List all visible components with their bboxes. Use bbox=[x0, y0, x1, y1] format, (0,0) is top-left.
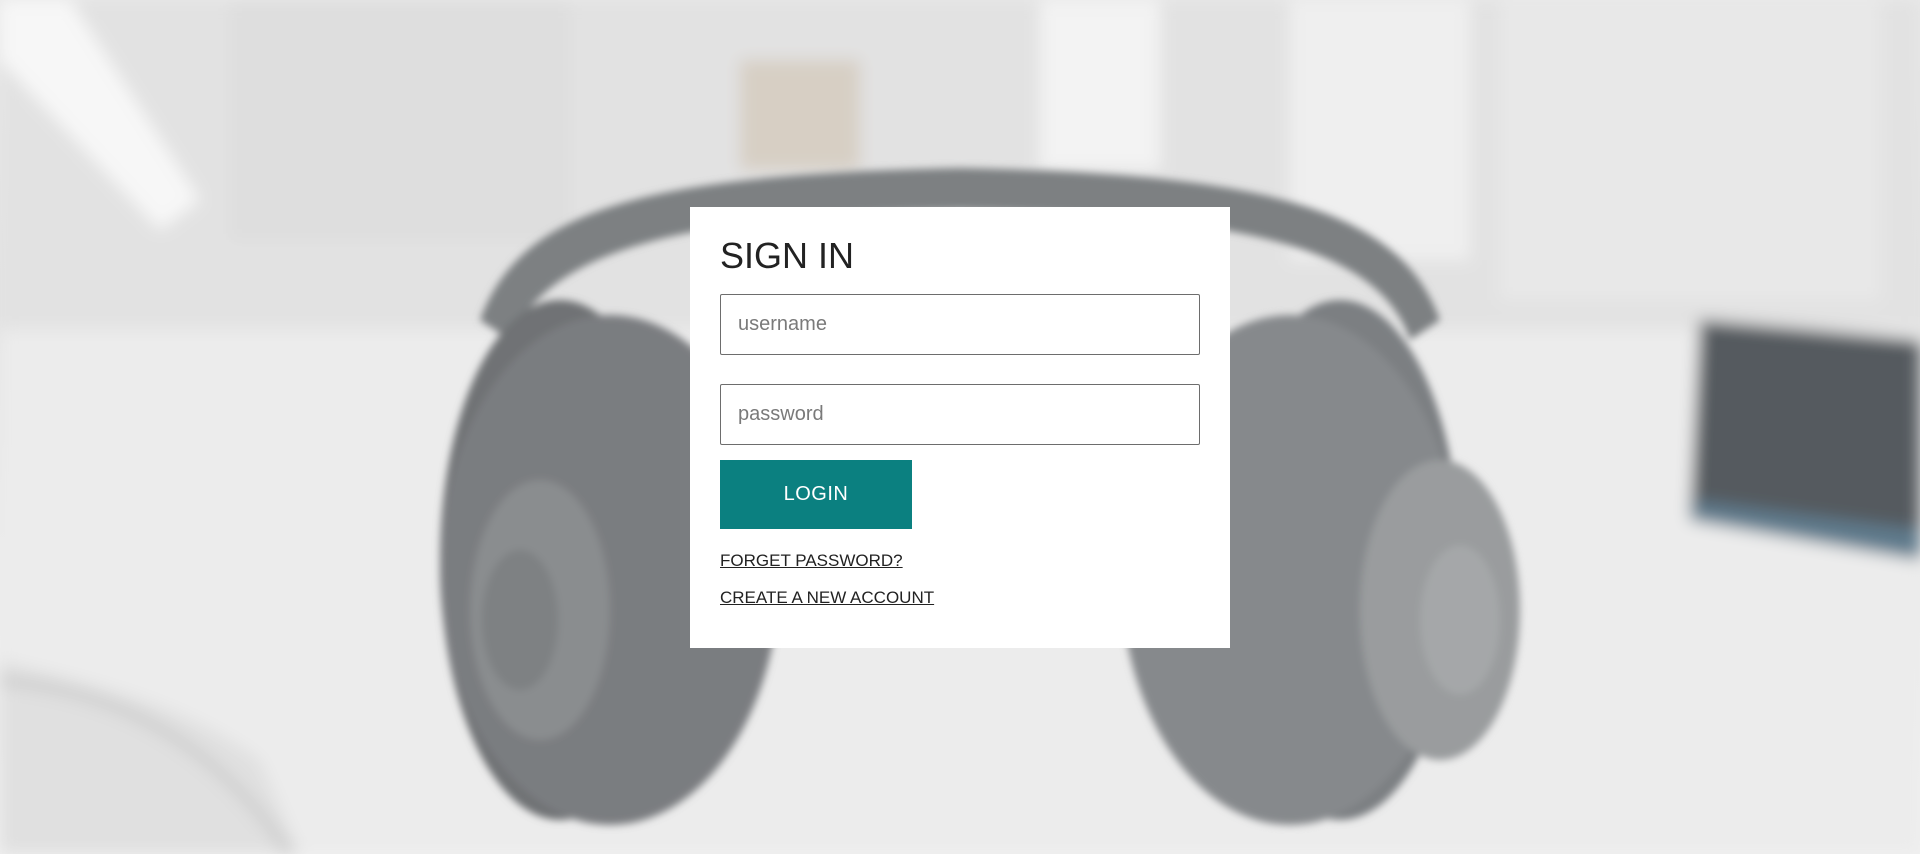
auth-links: FORGET PASSWORD? CREATE A NEW ACCOUNT bbox=[720, 550, 1200, 608]
login-button[interactable]: LOGIN bbox=[720, 460, 912, 529]
forgot-password-link[interactable]: FORGET PASSWORD? bbox=[720, 550, 903, 571]
password-input[interactable] bbox=[720, 384, 1200, 445]
page-title: SIGN IN bbox=[720, 235, 855, 276]
login-card: SIGN IN LOGIN FORGET PASSWORD? CREATE A … bbox=[690, 207, 1230, 648]
create-account-link[interactable]: CREATE A NEW ACCOUNT bbox=[720, 587, 934, 608]
username-input[interactable] bbox=[720, 294, 1200, 355]
